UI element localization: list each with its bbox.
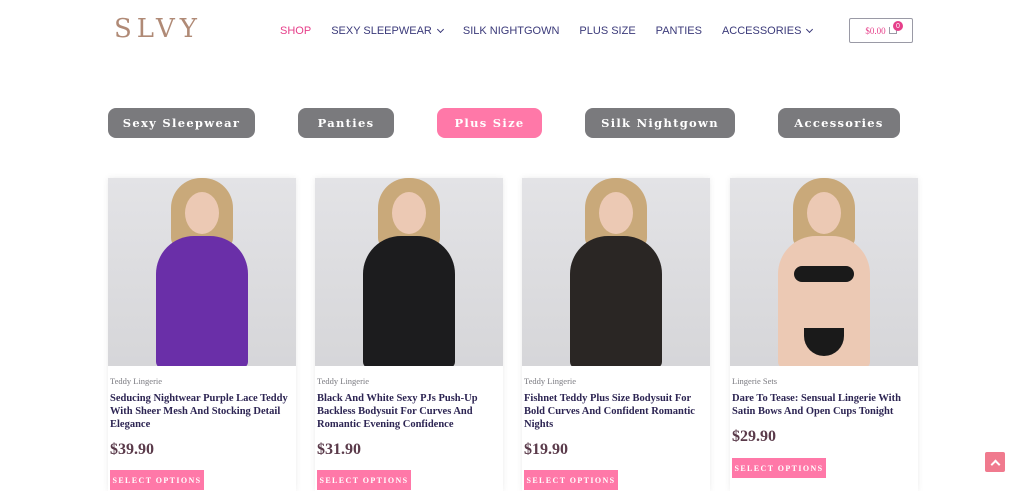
figure-face xyxy=(599,192,633,234)
product-category[interactable]: Teddy Lingerie xyxy=(110,376,294,386)
cart-count-badge: 0 xyxy=(893,21,903,31)
cart-total: $0.00 xyxy=(865,25,886,36)
chevron-up-icon xyxy=(990,459,1000,469)
product-card[interactable]: Teddy Lingerie Black And White Sexy PJs … xyxy=(315,178,503,491)
site-header: SLVY SHOP SEXY SLEEPWEAR SILK NIGHTGOWN … xyxy=(0,0,1024,62)
nav-label: SILK NIGHTGOWN xyxy=(462,25,560,37)
scroll-to-top-button[interactable] xyxy=(985,452,1005,472)
product-image[interactable] xyxy=(730,178,918,366)
nav-accessories[interactable]: ACCESSORIES xyxy=(721,25,814,37)
product-image[interactable] xyxy=(315,178,503,366)
figure-garment xyxy=(156,236,248,366)
nav-label: PLUS SIZE xyxy=(579,25,636,37)
product-price: $31.90 xyxy=(317,441,361,458)
nav-label: SEXY SLEEPWEAR xyxy=(331,25,432,37)
site-logo[interactable]: SLVY xyxy=(114,14,202,44)
nav-silk-nightgown[interactable]: SILK NIGHTGOWN xyxy=(463,25,560,37)
figure-garment xyxy=(363,236,455,366)
product-title[interactable]: Dare To Tease: Sensual Lingerie With Sat… xyxy=(732,392,916,418)
category-silk-nightgown-button[interactable]: Silk Nightgown xyxy=(585,108,735,138)
category-panties-button[interactable]: Panties xyxy=(298,108,394,138)
product-card[interactable]: Teddy Lingerie Seducing Nightwear Purple… xyxy=(108,178,296,491)
figure-garment-top xyxy=(794,266,854,282)
product-price: $29.90 xyxy=(732,428,776,445)
nav-label: SHOP xyxy=(280,25,312,37)
select-options-button[interactable]: SELECT OPTIONS xyxy=(732,458,826,478)
product-title[interactable]: Seducing Nightwear Purple Lace Teddy Wit… xyxy=(110,392,294,431)
figure-face xyxy=(807,192,841,234)
product-category[interactable]: Lingerie Sets xyxy=(732,376,916,386)
product-image[interactable] xyxy=(522,178,710,366)
figure-face xyxy=(185,192,219,234)
main-nav: SHOP SEXY SLEEPWEAR SILK NIGHTGOWN PLUS … xyxy=(280,24,814,38)
category-plus-size-button[interactable]: Plus Size xyxy=(437,108,542,138)
product-card[interactable]: Lingerie Sets Dare To Tease: Sensual Lin… xyxy=(730,178,918,491)
product-category[interactable]: Teddy Lingerie xyxy=(317,376,501,386)
nav-label: PANTIES xyxy=(655,25,702,37)
category-accessories-button[interactable]: Accessories xyxy=(778,108,900,138)
figure-face xyxy=(392,192,426,234)
product-price: $19.90 xyxy=(524,441,568,458)
figure-garment xyxy=(570,236,662,366)
select-options-button[interactable]: SELECT OPTIONS xyxy=(317,470,411,490)
product-image[interactable] xyxy=(108,178,296,366)
product-category[interactable]: Teddy Lingerie xyxy=(524,376,708,386)
chevron-down-icon xyxy=(806,25,814,34)
product-title[interactable]: Fishnet Teddy Plus Size Bodysuit For Bol… xyxy=(524,392,708,431)
nav-shop[interactable]: SHOP xyxy=(280,25,311,37)
cart-button[interactable]: $0.00 xyxy=(849,18,913,43)
select-options-button[interactable]: SELECT OPTIONS xyxy=(110,470,204,490)
nav-plus-size[interactable]: PLUS SIZE xyxy=(579,25,635,37)
chevron-down-icon xyxy=(436,25,444,34)
nav-label: ACCESSORIES xyxy=(721,25,802,37)
product-card[interactable]: Teddy Lingerie Fishnet Teddy Plus Size B… xyxy=(522,178,710,491)
category-sexy-sleepwear-button[interactable]: Sexy Sleepwear xyxy=(108,108,255,138)
select-options-button[interactable]: SELECT OPTIONS xyxy=(524,470,618,490)
nav-sexy-sleepwear[interactable]: SEXY SLEEPWEAR xyxy=(331,25,444,37)
product-title[interactable]: Black And White Sexy PJs Push-Up Backles… xyxy=(317,392,501,431)
nav-panties[interactable]: PANTIES xyxy=(656,25,702,37)
product-price: $39.90 xyxy=(110,441,154,458)
